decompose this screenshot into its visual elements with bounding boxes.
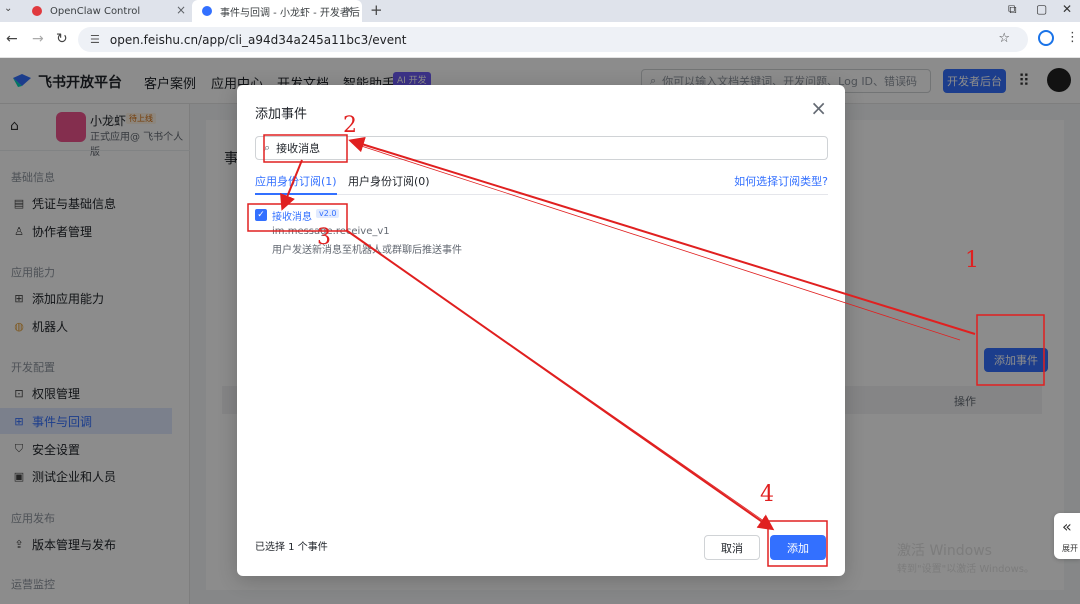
- openclaw-favicon-icon: [32, 6, 42, 16]
- event-checkbox[interactable]: ✓: [255, 209, 267, 221]
- site-info-icon[interactable]: ☰: [90, 33, 100, 46]
- address-bar: ← → ↻ ☰ open.feishu.cn/app/cli_a94d34a24…: [0, 22, 1080, 58]
- tab-title: OpenClaw Control: [50, 5, 141, 17]
- annotation-step-3: 3: [317, 225, 331, 250]
- event-name[interactable]: 接收消息: [272, 208, 312, 223]
- selected-count: 已选择 1 个事件: [255, 542, 328, 553]
- bookmark-star-icon[interactable]: ☆: [998, 31, 1010, 46]
- search-icon: ⌕: [264, 141, 271, 154]
- event-search-input[interactable]: ⌕ 接收消息: [255, 136, 828, 160]
- event-version-badge: v2.0: [316, 209, 340, 218]
- close-tab-icon[interactable]: ×: [344, 3, 354, 17]
- double-chevron-left-icon: «: [1062, 517, 1072, 536]
- subscription-tabs: 应用身份订阅(1) 用户身份订阅(0) 如何选择订阅类型?: [255, 173, 828, 195]
- window-maximize-icon[interactable]: ▢: [1036, 2, 1047, 16]
- subscription-help-link[interactable]: 如何选择订阅类型?: [734, 173, 828, 189]
- cancel-button[interactable]: 取消: [704, 535, 760, 560]
- feishu-favicon-icon: [202, 6, 212, 16]
- tab-user-subscription[interactable]: 用户身份订阅(0): [348, 173, 430, 195]
- browser-tab-openclaw[interactable]: OpenClaw Control ×: [22, 0, 194, 22]
- annotation-step-4: 4: [760, 482, 774, 507]
- confirm-add-button[interactable]: 添加: [770, 535, 826, 560]
- url-input[interactable]: ☰ open.feishu.cn/app/cli_a94d34a245a11bc…: [78, 27, 1028, 52]
- back-arrow-icon[interactable]: ←: [6, 31, 18, 47]
- tab-app-subscription[interactable]: 应用身份订阅(1): [255, 173, 337, 195]
- search-value: 接收消息: [276, 142, 321, 155]
- expand-panel-button[interactable]: « 展开: [1054, 513, 1080, 559]
- dialog-title: 添加事件: [255, 107, 308, 122]
- event-description: 用户发送新消息至机器人或群聊后推送事件: [272, 245, 462, 256]
- windows-watermark-title: 激活 Windows: [897, 543, 992, 559]
- expand-label: 展开: [1062, 544, 1078, 553]
- browser-tab-feishu[interactable]: 事件与回调 - 小龙虾 - 开发者后 ×: [192, 0, 362, 22]
- tab-title: 事件与回调 - 小龙虾 - 开发者后: [220, 7, 360, 19]
- close-tab-icon[interactable]: ×: [176, 3, 186, 17]
- annotation-step-1: 1: [965, 248, 979, 273]
- annotation-step-2: 2: [343, 113, 357, 138]
- reload-icon[interactable]: ↻: [56, 31, 68, 47]
- windows-watermark-subtitle: 转到"设置"以激活 Windows。: [897, 564, 1035, 575]
- window-restore-icon[interactable]: ⧉: [1008, 2, 1017, 17]
- new-tab-plus-icon[interactable]: +: [370, 1, 383, 19]
- close-icon[interactable]: ×: [810, 98, 827, 118]
- profile-icon[interactable]: [1038, 30, 1054, 46]
- add-event-dialog: 添加事件 × ⌕ 接收消息 应用身份订阅(1) 用户身份订阅(0) 如何选择订阅…: [237, 85, 845, 576]
- tab-search-icon[interactable]: ⌄: [4, 3, 12, 14]
- window-close-icon[interactable]: ✕: [1062, 2, 1072, 16]
- browser-menu-icon[interactable]: ⋮: [1066, 30, 1079, 45]
- forward-arrow-icon[interactable]: →: [32, 31, 44, 47]
- browser-tabbar: ⌄ OpenClaw Control × 事件与回调 - 小龙虾 - 开发者后 …: [0, 0, 1080, 22]
- url-text: open.feishu.cn/app/cli_a94d34a245a11bc3/…: [109, 32, 407, 47]
